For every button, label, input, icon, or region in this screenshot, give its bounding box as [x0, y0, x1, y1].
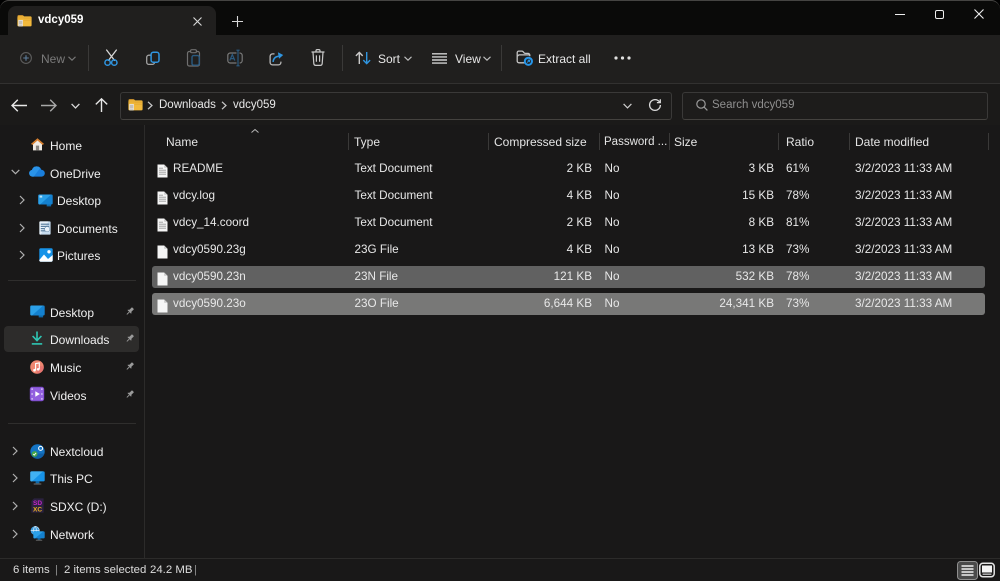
svg-text:XC: XC [33, 506, 42, 513]
